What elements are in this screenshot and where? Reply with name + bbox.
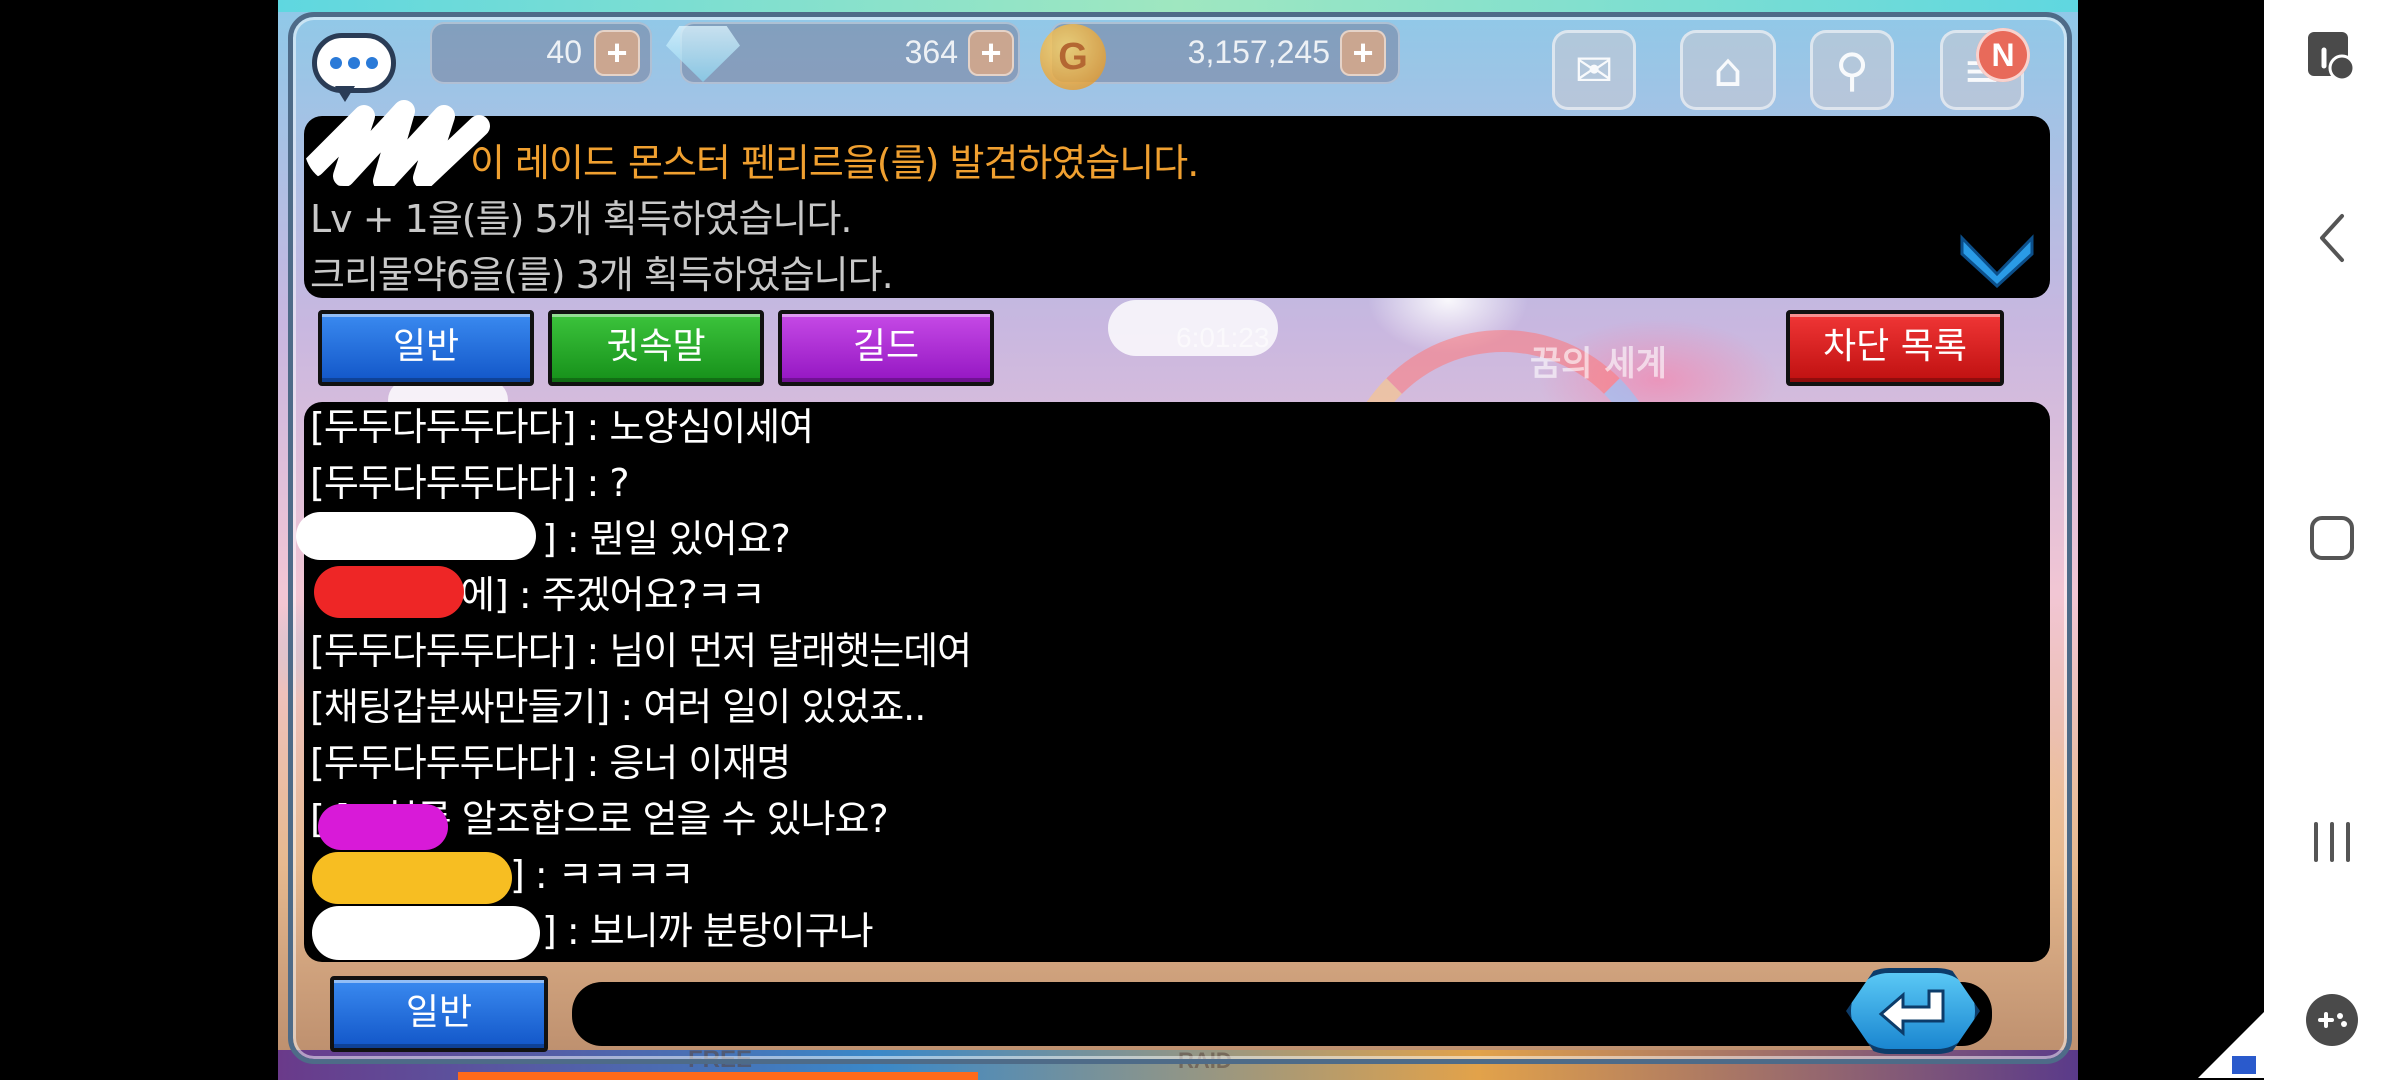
- redaction-scribble: [318, 804, 448, 850]
- redaction-scribble: [312, 906, 540, 960]
- chat-message: [채팅갑분싸만들기] : 여러 일이 있었죠..: [310, 685, 926, 729]
- world-label: 꿈의 세계: [1530, 344, 1667, 384]
- chat-message: [두두다두두다다] : 님이 먼저 달래햇는데여: [310, 629, 972, 673]
- chat-message: [두두다두두다다] : ?: [310, 461, 630, 505]
- chat-message: 에] : 주겠어요?ㅋㅋ: [460, 573, 766, 617]
- chat-message: [두두다두두다다] : 노양심이세여: [310, 405, 814, 449]
- chat-message: ] : ㅋㅋㅋㅋ: [510, 853, 695, 897]
- corner-panel-handle-icon[interactable]: [2196, 1010, 2266, 1080]
- system-message: 이 레이드 몬스터 펜리르을(를) 발견하였습니다.: [470, 141, 1199, 185]
- chat-message: ] : 보니까 분탕이구나: [542, 909, 874, 953]
- gold-plus-button[interactable]: +: [1340, 30, 1386, 76]
- redaction-scribble: [296, 512, 536, 560]
- top-stripe: [278, 0, 2078, 12]
- tab-whisper[interactable]: 귓속말: [548, 310, 764, 386]
- game-clock: 6:01:23: [1176, 322, 1270, 353]
- chevron-down-icon[interactable]: [1958, 228, 2036, 288]
- redaction-scribble: [314, 566, 464, 618]
- system-message: Lv + 1을(를) 5개 획득하였습니다.: [310, 197, 852, 241]
- energy-plus-button[interactable]: +: [594, 30, 640, 76]
- chat-message: ] : 뭔일 있어요?: [542, 517, 791, 561]
- block-list-button[interactable]: 차단 목록: [1786, 310, 2004, 386]
- tab-general[interactable]: 일반: [318, 310, 534, 386]
- gold-coin-icon: G: [1040, 24, 1106, 90]
- chat-bubble-icon[interactable]: [312, 33, 396, 102]
- new-badge: N: [1976, 28, 2030, 82]
- chat-input[interactable]: [572, 982, 1992, 1046]
- diamond-value: 364: [904, 34, 958, 70]
- energy-value: 40: [546, 34, 582, 70]
- channel-select-button[interactable]: 일반: [330, 976, 548, 1052]
- redaction-scribble: [304, 100, 490, 186]
- game-tools-icon[interactable]: [2302, 990, 2362, 1050]
- chat-message: [두두다두두다다] : 응너 이재명: [310, 741, 791, 785]
- redaction-scribble: [312, 852, 512, 904]
- map-pin-icon[interactable]: ⚲: [1810, 30, 1894, 110]
- home-icon[interactable]: [2308, 514, 2356, 562]
- tab-guild[interactable]: 길드: [778, 310, 994, 386]
- diamond-plus-button[interactable]: +: [968, 30, 1014, 76]
- system-message: 크리물약6을(를) 3개 획득하였습니다.: [310, 253, 894, 297]
- gold-value: 3,157,245: [1187, 34, 1330, 70]
- touch-lock-icon[interactable]: [2304, 28, 2360, 84]
- shop-icon[interactable]: ⌂: [1680, 30, 1776, 110]
- back-icon[interactable]: [2314, 210, 2350, 266]
- enter-arrow-icon: [1878, 989, 1945, 1037]
- mail-icon[interactable]: ✉: [1552, 30, 1636, 110]
- recents-icon[interactable]: [2306, 816, 2358, 868]
- android-nav-bar: [2264, 0, 2400, 1080]
